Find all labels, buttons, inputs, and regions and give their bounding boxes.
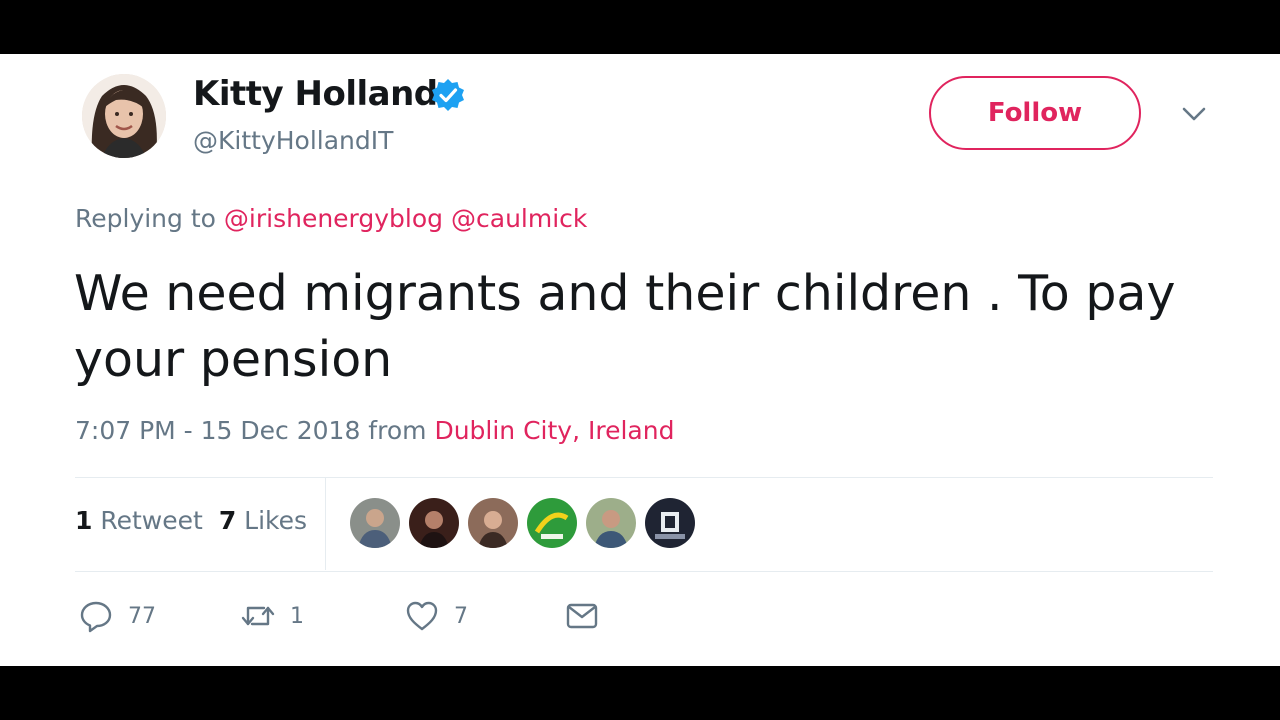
reply-count: 77 [128,603,156,629]
reply-action[interactable]: 77 [78,598,156,634]
user-handle[interactable]: @KittyHollandIT [193,126,393,155]
like-action[interactable]: 7 [404,598,468,634]
retweet-label: Retweet [100,506,203,535]
liker-avatar[interactable] [350,498,400,548]
tweet-meta: 7:07 PM - 15 Dec 2018 from Dublin City, … [75,416,674,445]
liker-avatar[interactable] [409,498,459,548]
tweet-stats: 1 Retweet 7 Likes [75,506,307,535]
display-name[interactable]: Kitty Holland [193,74,438,114]
likes-stat[interactable]: 7 Likes [219,506,307,535]
tweet-text: We need migrants and their children . To… [74,265,1176,388]
liker-avatar[interactable] [468,498,518,548]
dm-action[interactable] [564,598,600,634]
likes-count: 7 [218,506,237,535]
replying-label: Replying to [75,204,216,233]
reply-icon [80,601,112,633]
location-link[interactable]: Dublin City, Ireland [434,416,674,445]
letterbox-top [0,0,1280,54]
tweet-card: Kitty Holland @KittyHollandIT Follow Rep… [0,54,1280,666]
mention-link[interactable]: @irishenergyblog [224,204,443,233]
retweet-stat[interactable]: 1 Retweet [75,506,203,535]
likes-label: Likes [244,506,308,535]
liker-avatars [350,498,695,548]
avatar[interactable] [82,74,166,158]
divider [75,477,1213,478]
letterbox-bottom [0,666,1280,720]
divider [75,571,1213,572]
heart-icon [406,601,438,631]
mention-link[interactable]: @caulmick [451,204,587,233]
timestamp[interactable]: 7:07 PM - 15 Dec 2018 from [75,416,426,445]
stats-divider [325,478,326,570]
chevron-down-icon[interactable] [1180,104,1208,124]
retweet-action[interactable]: 1 [240,598,304,634]
like-action-count: 7 [454,603,468,629]
replying-to: Replying to @irishenergyblog @caulmick [75,204,587,233]
liker-avatar[interactable] [645,498,695,548]
verified-badge-icon [432,79,464,111]
liker-avatar[interactable] [586,498,636,548]
dm-envelope-icon [566,603,598,629]
retweet-icon [241,606,275,626]
follow-button[interactable]: Follow [929,76,1141,150]
retweet-action-count: 1 [290,603,304,629]
retweet-count: 1 [75,506,93,535]
liker-avatar[interactable] [527,498,577,548]
